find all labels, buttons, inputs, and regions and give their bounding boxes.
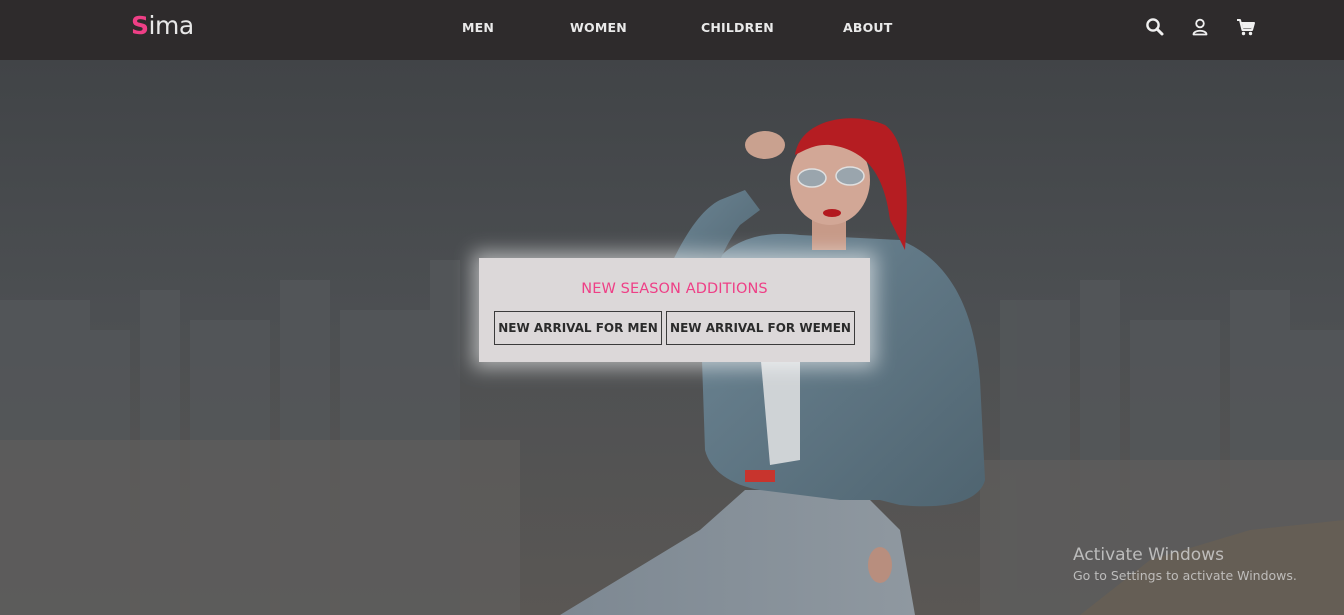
user-icon[interactable]	[1189, 16, 1211, 38]
search-icon[interactable]	[1144, 16, 1166, 38]
windows-activation-watermark: Activate Windows Go to Settings to activ…	[1073, 545, 1297, 583]
watermark-title: Activate Windows	[1073, 545, 1224, 565]
nav-link-about[interactable]: ABOUT	[843, 20, 893, 35]
hero-banner: NEW SEASON ADDITIONS NEW ARRIVAL FOR MEN…	[0, 60, 1344, 615]
promo-title: NEW SEASON ADDITIONS	[581, 281, 768, 297]
logo-text: ima	[148, 11, 195, 40]
brand-logo[interactable]: Sima	[131, 11, 194, 40]
navbar: Sima MEN WOMEN CHILDREN ABOUT	[0, 0, 1344, 60]
nav-link-men[interactable]: MEN	[462, 20, 494, 35]
cart-icon[interactable]	[1235, 16, 1257, 38]
nav-link-women[interactable]: WOMEN	[570, 20, 627, 35]
new-arrival-women-button[interactable]: NEW ARRIVAL FOR WEMEN	[666, 311, 855, 345]
watermark-subtitle: Go to Settings to activate Windows.	[1073, 568, 1297, 583]
new-arrival-men-button[interactable]: NEW ARRIVAL FOR MEN	[494, 311, 662, 345]
logo-accent-letter: S	[131, 11, 149, 40]
promo-box: NEW SEASON ADDITIONS NEW ARRIVAL FOR MEN…	[479, 258, 870, 362]
nav-link-children[interactable]: CHILDREN	[701, 20, 774, 35]
